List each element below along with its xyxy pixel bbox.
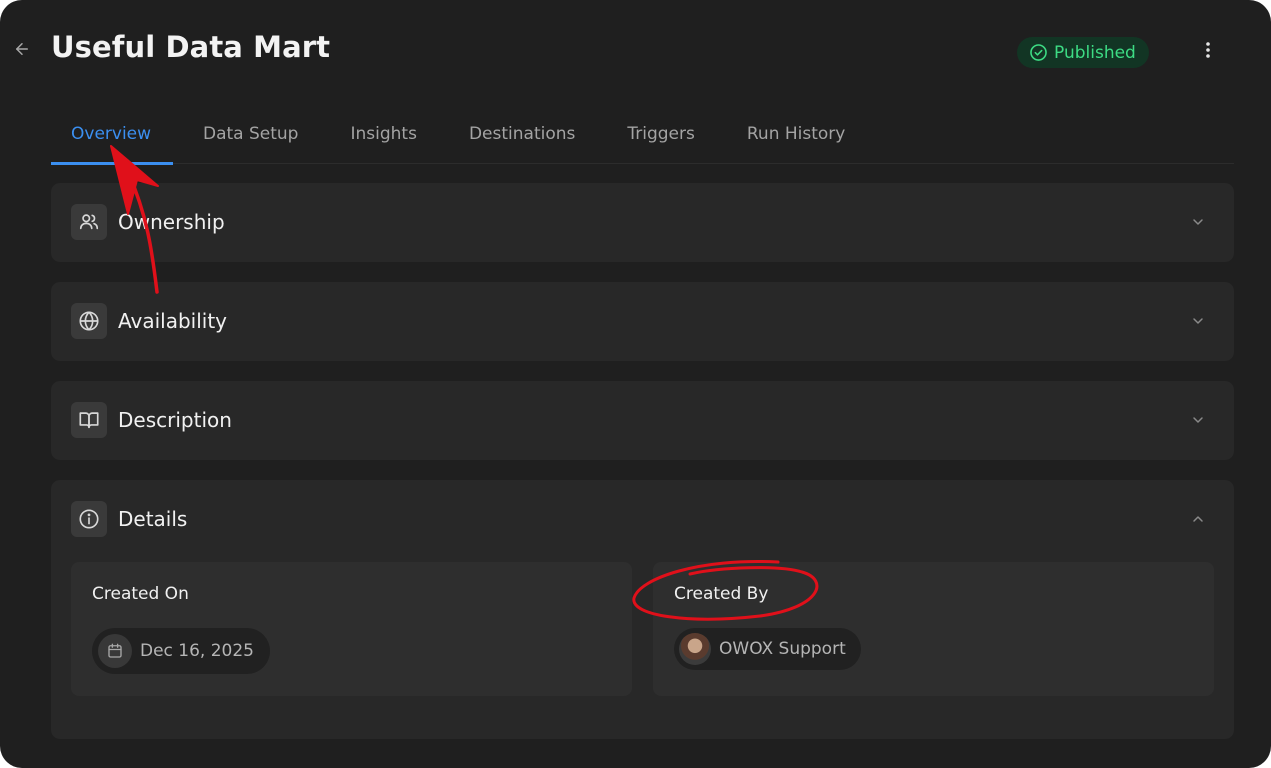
arrow-left-icon [16, 43, 28, 55]
calendar-icon [98, 634, 132, 668]
description-section-header[interactable]: Description [51, 381, 1234, 459]
status-badge: Published [1017, 37, 1149, 68]
created-on-label: Created On [92, 584, 189, 604]
tab-overview[interactable]: Overview [51, 104, 173, 165]
globe-icon [71, 303, 107, 339]
description-section: Description [51, 381, 1234, 460]
info-icon [71, 501, 107, 537]
more-options-button[interactable] [1196, 37, 1220, 63]
availability-section-header[interactable]: Availability [51, 282, 1234, 360]
tab-data-setup[interactable]: Data Setup [173, 104, 318, 163]
page-title: Useful Data Mart [51, 30, 331, 64]
created-by-chip[interactable]: OWOX Support [674, 628, 861, 670]
created-by-card: Created By OWOX Support [653, 562, 1214, 696]
details-title: Details [118, 507, 188, 531]
tab-insights[interactable]: Insights [318, 104, 436, 163]
back-button[interactable] [10, 37, 34, 61]
tab-bar: Overview Data Setup Insights Destination… [51, 104, 1234, 165]
created-by-label: Created By [674, 584, 769, 604]
created-on-card: Created On Dec 16, 2025 [71, 562, 632, 696]
ownership-section: Ownership [51, 183, 1234, 262]
chevron-up-icon [1188, 509, 1208, 529]
app-window: Useful Data Mart Published Overview Data… [0, 0, 1271, 768]
created-on-chip: Dec 16, 2025 [92, 628, 271, 674]
details-section-header[interactable]: Details [51, 480, 1234, 558]
tab-triggers[interactable]: Triggers [595, 104, 715, 163]
chevron-down-icon [1188, 410, 1208, 430]
details-section: Details Created On Dec 16, 2025 Created … [51, 480, 1234, 739]
created-by-value: OWOX Support [719, 639, 846, 659]
tab-destinations[interactable]: Destinations [437, 104, 595, 163]
ownership-title: Ownership [118, 210, 225, 234]
ownership-section-header[interactable]: Ownership [51, 183, 1234, 261]
availability-title: Availability [118, 309, 228, 333]
check-circle-icon [1029, 43, 1048, 62]
chevron-down-icon [1188, 311, 1208, 331]
status-label: Published [1054, 42, 1136, 63]
availability-section: Availability [51, 282, 1234, 361]
created-on-value: Dec 16, 2025 [140, 641, 255, 661]
more-vertical-icon [1206, 42, 1210, 58]
description-title: Description [118, 408, 232, 432]
avatar [679, 633, 711, 665]
chevron-down-icon [1188, 212, 1208, 232]
page-header: Useful Data Mart Published [0, 0, 1271, 100]
tab-run-history[interactable]: Run History [715, 104, 865, 163]
book-icon [71, 402, 107, 438]
users-icon [71, 204, 107, 240]
